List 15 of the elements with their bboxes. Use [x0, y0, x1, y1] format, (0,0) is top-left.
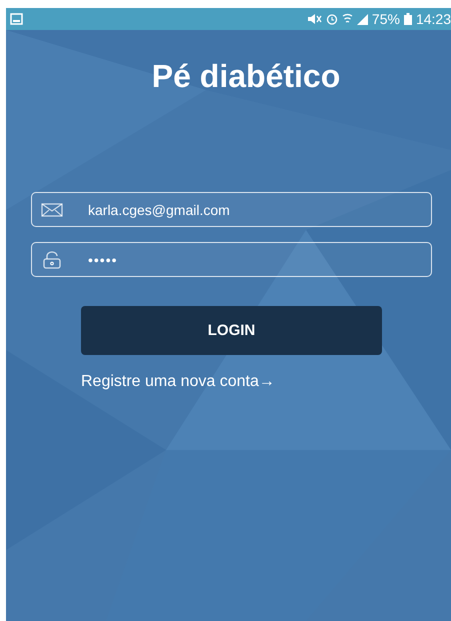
wifi-icon	[342, 13, 353, 25]
email-field[interactable]: karla.cges@gmail.com	[31, 192, 432, 227]
password-field[interactable]: •••••	[31, 242, 432, 277]
app-title: Pé diabético	[150, 58, 342, 95]
register-link[interactable]: Registre uma nova conta→	[81, 373, 275, 391]
mute-icon	[306, 13, 322, 25]
login-button[interactable]: LOGIN	[81, 306, 382, 355]
envelope-icon	[41, 202, 63, 216]
padlock-icon	[41, 250, 63, 268]
battery-icon	[404, 13, 412, 25]
signal-icon	[356, 14, 368, 24]
clock-time: 14:23	[416, 11, 451, 27]
battery-percent: 75%	[372, 11, 400, 27]
image-icon	[10, 13, 23, 25]
alarm-icon	[326, 13, 338, 25]
